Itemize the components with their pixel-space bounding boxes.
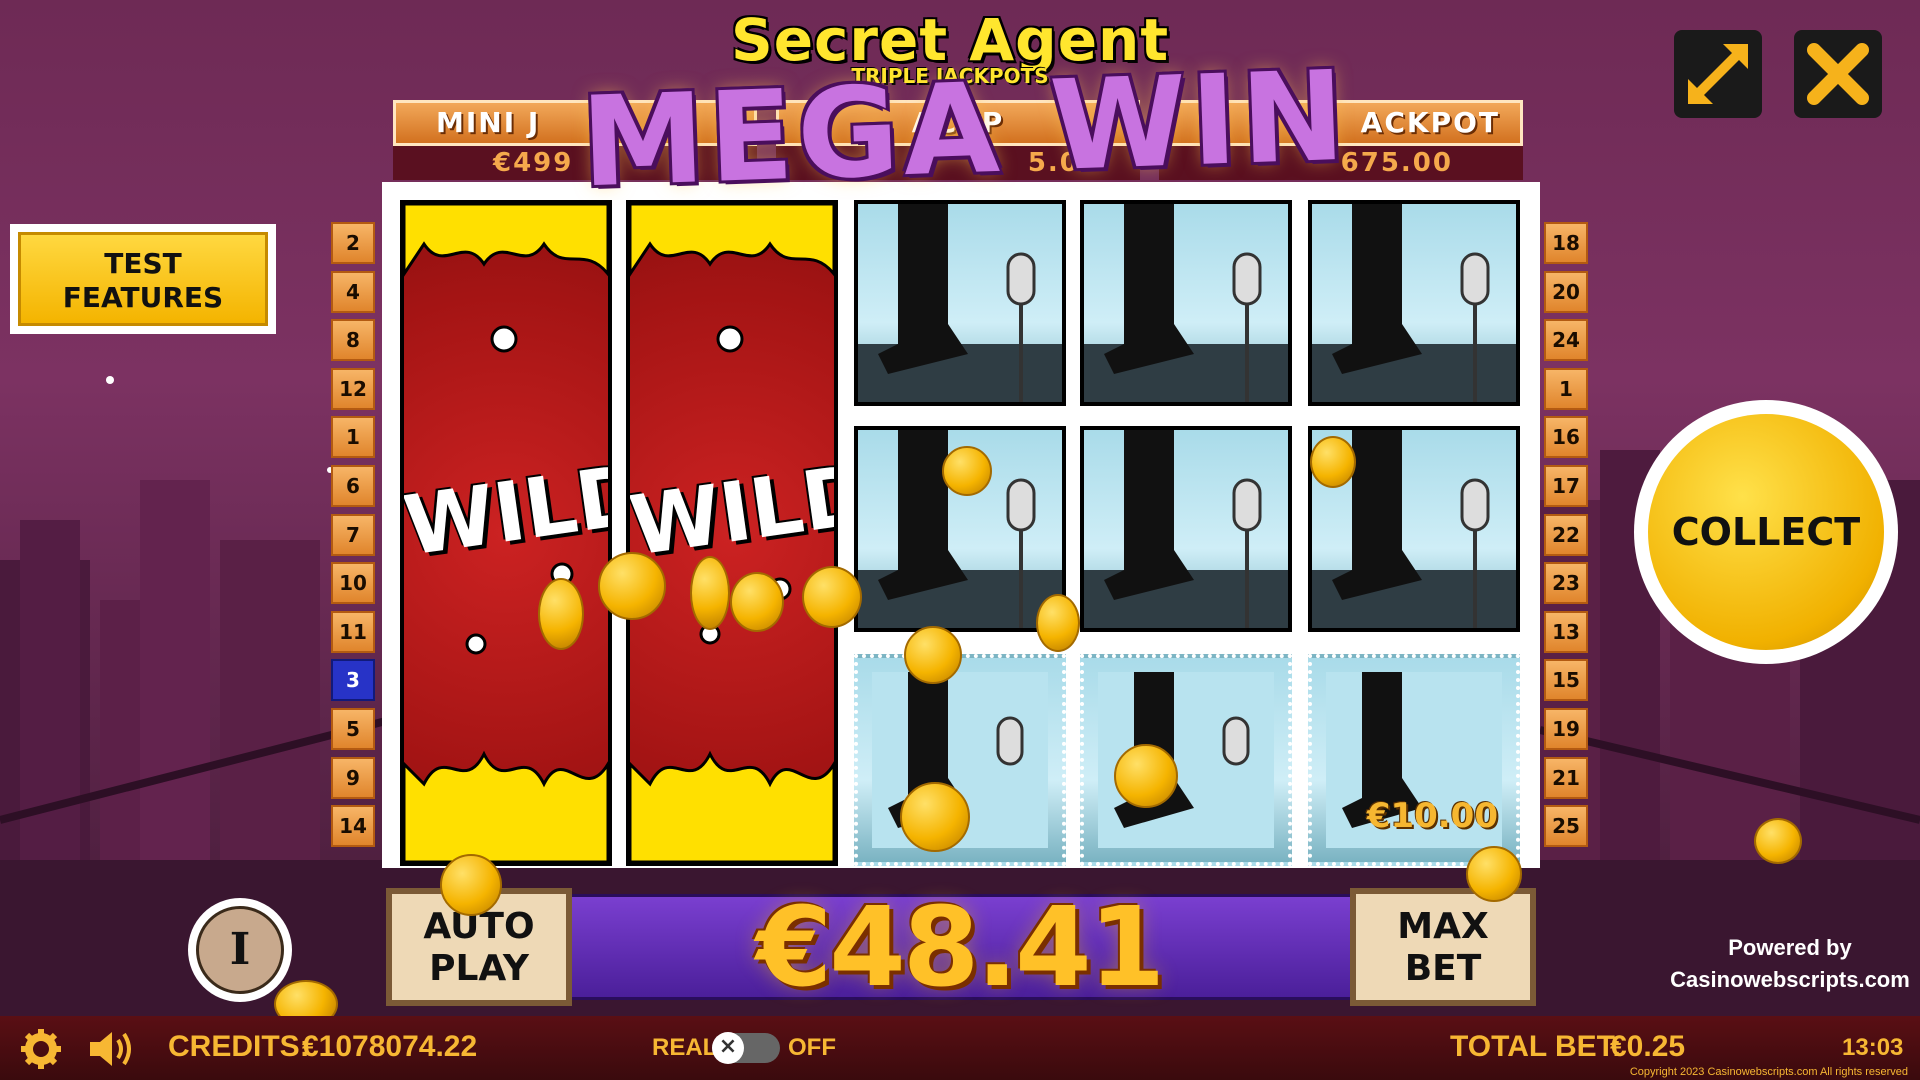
payline-indicator-right[interactable]: 23 [1544, 562, 1588, 605]
info-button[interactable]: I [188, 898, 292, 1002]
payline-indicator-right[interactable]: 25 [1544, 805, 1588, 848]
expand-icon [1688, 44, 1748, 104]
symbol-boot-mic-framed: €10.00 [1308, 654, 1520, 866]
payline-indicator-right[interactable]: 22 [1544, 513, 1588, 556]
boot-microphone-icon [1084, 430, 1288, 628]
coin-icon [904, 626, 962, 684]
payline-indicator-left[interactable]: 10 [331, 562, 375, 605]
coin-icon [802, 566, 862, 628]
total-bet-value: €0.25 [1610, 1030, 1686, 1063]
payline-indicator-right[interactable]: 16 [1544, 416, 1588, 459]
off-label: OFF [788, 1034, 836, 1061]
payline-indicator-left[interactable]: 8 [331, 319, 375, 362]
payline-indicator-left[interactable]: 14 [331, 805, 375, 848]
symbol-boot-mic [854, 200, 1066, 406]
win-display: €48.41 [556, 883, 1356, 1011]
test-features-label: TEST FEATURES [18, 232, 268, 326]
payline-indicator-left[interactable]: 11 [331, 610, 375, 653]
boot-microphone-icon [1098, 672, 1274, 848]
wild-reel-1: WILD [400, 200, 612, 866]
coin-icon [1114, 744, 1178, 808]
wild-reel-2: WILD [626, 200, 838, 866]
payline-indicator-right[interactable]: 18 [1544, 222, 1588, 264]
powered-by-brand: Casinowebscripts.com [1670, 967, 1910, 992]
settings-gear-icon[interactable] [20, 1028, 62, 1070]
credits-value: €1078074.22 [302, 1030, 478, 1063]
win-amount: €48.41 [755, 883, 1165, 1011]
payline-indicator-right[interactable]: 19 [1544, 708, 1588, 750]
copyright: Copyright 2023 Casinowebscripts.com All … [1629, 1066, 1908, 1078]
symbol-boot-mic-framed [1080, 654, 1292, 866]
coin-icon [1036, 594, 1080, 652]
powered-by-label: Powered by [1728, 935, 1852, 960]
coin-icon [942, 446, 992, 496]
payline-indicator-left[interactable]: 1 [331, 416, 375, 459]
symbol-boot-mic [1080, 426, 1292, 632]
coin-icon [1310, 436, 1356, 488]
fullscreen-button[interactable] [1674, 30, 1762, 118]
control-bar: €48.41 AUTO PLAY MAX BET [386, 888, 1536, 1006]
payline-indicator-right[interactable]: 1 [1544, 367, 1588, 410]
coin-icon [1754, 818, 1802, 864]
payline-indicator-left[interactable]: 12 [331, 367, 375, 410]
status-bar: CREDITS: €1078074.22 REAL × OFF TOTAL BE… [0, 1016, 1920, 1080]
credits-label: CREDITS: [168, 1030, 310, 1063]
coin-icon [1466, 846, 1522, 902]
payline-indicator-right[interactable]: 17 [1544, 465, 1588, 507]
symbol-boot-mic [1308, 200, 1520, 406]
real-mode-toggle[interactable]: × [712, 1032, 780, 1064]
coin-icon [440, 854, 502, 916]
real-label: REAL [652, 1034, 718, 1061]
payline-indicator-left[interactable]: 7 [331, 513, 375, 556]
info-label: I [196, 906, 284, 994]
payline-indicator-right[interactable]: 20 [1544, 270, 1588, 313]
sound-icon[interactable] [88, 1028, 134, 1070]
max-bet-button[interactable]: MAX BET [1350, 888, 1536, 1006]
coin-icon [900, 782, 970, 852]
toggle-off-icon: × [712, 1032, 744, 1064]
collect-label: COLLECT [1648, 414, 1884, 650]
coin-icon [690, 556, 730, 630]
coin-icon [730, 572, 784, 632]
collect-button[interactable]: COLLECT [1634, 400, 1898, 664]
total-bet-label: TOTAL BET: [1450, 1030, 1622, 1063]
payline-indicator-left[interactable]: 9 [331, 756, 375, 799]
close-icon [1807, 43, 1869, 105]
boot-microphone-icon [858, 204, 1062, 402]
payline-indicator-left[interactable]: 4 [331, 270, 375, 313]
cell-prize-value: €10.00 [1366, 796, 1498, 836]
coin-icon [538, 578, 584, 650]
reel-area: WILD WILD €10.00 [382, 182, 1540, 868]
payline-indicator-left[interactable]: 3 [331, 659, 375, 702]
payline-indicator-right[interactable]: 21 [1544, 756, 1588, 799]
symbol-boot-mic [1080, 200, 1292, 406]
coin-icon [598, 552, 666, 620]
payline-indicator-right[interactable]: 15 [1544, 659, 1588, 702]
test-features-button[interactable]: TEST FEATURES [10, 224, 276, 334]
mega-win-banner: MEGA WIN [578, 44, 1352, 216]
boot-microphone-icon [1084, 204, 1288, 402]
boot-microphone-icon [1312, 204, 1516, 402]
powered-by: Powered by Casinowebscripts.com [1660, 932, 1920, 996]
payline-indicator-left[interactable]: 5 [331, 708, 375, 750]
payline-indicator-left[interactable]: 6 [331, 465, 375, 507]
payline-indicator-right[interactable]: 24 [1544, 319, 1588, 362]
payline-indicator-left[interactable]: 2 [331, 222, 375, 264]
payline-indicator-right[interactable]: 13 [1544, 610, 1588, 653]
clock: 13:03 [1842, 1034, 1904, 1061]
close-button[interactable] [1794, 30, 1882, 118]
